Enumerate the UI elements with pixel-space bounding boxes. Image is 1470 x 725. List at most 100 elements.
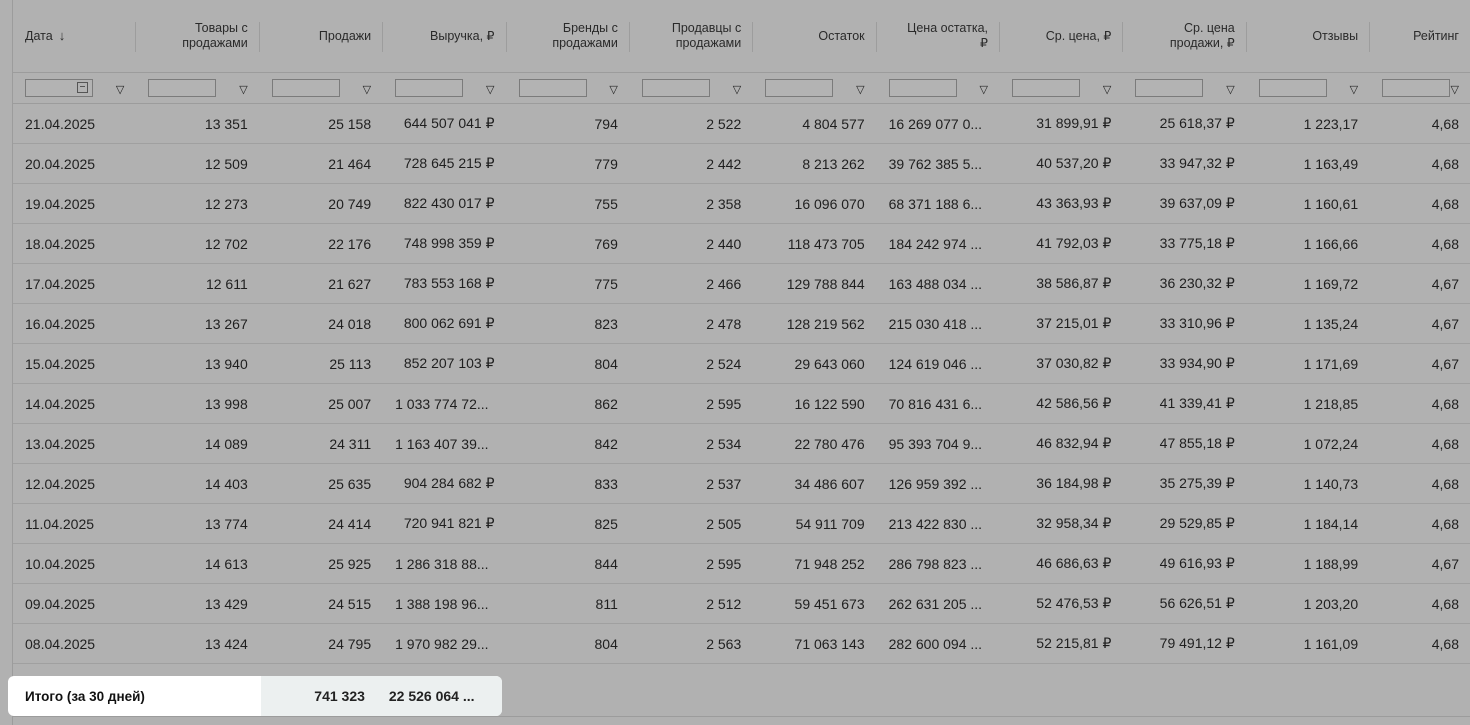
table-row[interactable]: 18.04.2025 12 702 22 176 748 998 359 ₽769 2 … xyxy=(13,223,1470,264)
table-cell: 1 033 774 72... xyxy=(383,383,507,424)
table-cell: 1 188,99 xyxy=(1246,543,1371,584)
column-header-10[interactable]: Отзывы xyxy=(1246,0,1371,73)
table-cell: 794 xyxy=(506,103,630,144)
table-cell: 2 537 xyxy=(629,463,754,504)
filter-funnel-icon[interactable]: ▽ xyxy=(486,83,494,96)
table-cell: 49 616,93 ₽ xyxy=(1123,543,1247,584)
table-cell: 4 804 577 xyxy=(753,103,877,144)
filter-input[interactable] xyxy=(1258,78,1327,97)
column-header-8[interactable]: Ср. цена, ₽ xyxy=(1000,0,1124,73)
table-row[interactable]: 13.04.2025 14 089 24 311 1 163 407 39... 842… xyxy=(13,423,1470,464)
filter-funnel-icon[interactable]: ▽ xyxy=(1226,83,1234,96)
table-row[interactable]: 21.04.2025 13 351 25 158 644 507 041 ₽794 2 … xyxy=(13,103,1470,144)
table-cell xyxy=(507,664,630,681)
table-cell: 16 122 590 xyxy=(753,383,877,424)
filter-input[interactable] xyxy=(148,78,217,97)
table-cell: 2 466 xyxy=(629,263,754,304)
table-cell: 213 422 830 ... xyxy=(876,503,1000,544)
table-cell: 25 618,37 ₽ xyxy=(1123,103,1247,144)
column-header-0[interactable]: Дата ↓ xyxy=(13,0,137,73)
filter-input[interactable] xyxy=(518,78,587,97)
filter-input[interactable] xyxy=(271,78,340,97)
table-cell: 24 515 xyxy=(259,583,384,624)
filter-input[interactable] xyxy=(888,78,957,97)
table-row[interactable]: 19.04.2025 12 273 20 749 822 430 017 ₽755 2 … xyxy=(13,183,1470,224)
column-header-11[interactable]: Рейтинг xyxy=(1370,0,1470,73)
table-cell: 2 440 xyxy=(629,223,754,264)
table-cell: 904 284 682 ₽ xyxy=(383,463,507,504)
filter-funnel-icon[interactable]: ▽ xyxy=(239,83,247,96)
filter-input[interactable] xyxy=(1135,78,1204,97)
filter-funnel-icon[interactable]: ▽ xyxy=(733,83,741,96)
filter-funnel-icon[interactable]: ▽ xyxy=(609,83,617,96)
table-cell: 25 007 xyxy=(259,383,384,424)
table-cell: 20 749 xyxy=(259,183,384,224)
filter-input[interactable] xyxy=(1012,78,1080,97)
filter-input[interactable] xyxy=(395,78,464,97)
table-cell xyxy=(1123,664,1246,681)
filter-input[interactable] xyxy=(1382,78,1451,97)
table-cell: 24 795 xyxy=(259,623,384,664)
filter-input[interactable] xyxy=(765,78,834,97)
column-header-5[interactable]: Продавцы с продажами xyxy=(629,0,754,73)
table-cell: 4,68 xyxy=(1370,623,1470,664)
column-header-2[interactable]: Продажи xyxy=(259,0,384,73)
table-cell: 36 230,32 ₽ xyxy=(1123,263,1247,304)
table-cell xyxy=(630,664,753,681)
table-cell: 09.04.2025 xyxy=(13,583,137,624)
table-cell: 2 505 xyxy=(629,503,754,544)
table-cell: 804 xyxy=(506,343,630,384)
column-header-label: Цена остатка, ₽ xyxy=(907,21,988,50)
column-header-4[interactable]: Бренды с продажами xyxy=(506,0,631,73)
column-header-6[interactable]: Остаток xyxy=(753,0,878,73)
calendar-icon[interactable] xyxy=(77,81,88,93)
table-cell: 33 947,32 ₽ xyxy=(1123,143,1247,184)
filter-cell-8: ▽ xyxy=(1000,72,1124,104)
table-cell: 4,67 xyxy=(1370,543,1470,584)
filter-funnel-icon[interactable]: ▽ xyxy=(856,83,864,96)
table-row[interactable]: 16.04.2025 13 267 24 018 800 062 691 ₽823 2 … xyxy=(13,303,1470,344)
table-cell: 08.04.2025 xyxy=(13,623,137,664)
column-header-9[interactable]: Ср. цена продажи, ₽ xyxy=(1123,0,1248,73)
table-row[interactable]: 15.04.2025 13 940 25 113 852 207 103 ₽804 2 … xyxy=(13,343,1470,384)
table-row[interactable]: 10.04.2025 14 613 25 925 1 286 318 88... 844… xyxy=(13,543,1470,584)
table-cell: 33 775,18 ₽ xyxy=(1123,223,1247,264)
table-cell: 2 512 xyxy=(629,583,754,624)
table-row[interactable]: 17.04.2025 12 611 21 627 783 553 168 ₽775 2 … xyxy=(13,263,1470,304)
table-cell: 2 522 xyxy=(629,103,754,144)
filter-funnel-icon[interactable]: ▽ xyxy=(116,83,124,96)
table-cell: 126 959 392 ... xyxy=(876,463,1000,504)
table-cell: 52 476,53 ₽ xyxy=(1000,583,1124,624)
table-cell: 70 816 431 6... xyxy=(876,383,1000,424)
filter-cell-7: ▽ xyxy=(876,72,1000,104)
table-cell: 52 215,81 ₽ xyxy=(1000,623,1124,664)
table-row[interactable]: 20.04.2025 12 509 21 464 728 645 215 ₽779 2 … xyxy=(13,143,1470,184)
date-filter-input[interactable] xyxy=(25,78,93,97)
table-row[interactable]: 14.04.2025 13 998 25 007 1 033 774 72... 862… xyxy=(13,383,1470,424)
column-header-label: Ср. цена продажи, ₽ xyxy=(1169,21,1235,50)
column-header-7[interactable]: Цена остатка, ₽ xyxy=(876,0,1001,73)
table-cell: 720 941 821 ₽ xyxy=(383,503,507,544)
table-cell: 21 627 xyxy=(259,263,384,304)
table-row[interactable]: 08.04.2025 13 424 24 795 1 970 982 29... 804… xyxy=(13,623,1470,664)
table-cell: 79 491,12 ₽ xyxy=(1123,623,1247,664)
filter-funnel-icon[interactable]: ▽ xyxy=(1350,83,1358,96)
filter-funnel-icon[interactable]: ▽ xyxy=(1103,83,1111,96)
table-cell: 644 507 041 ₽ xyxy=(383,103,507,144)
table-cell: 800 062 691 ₽ xyxy=(383,303,507,344)
table-row[interactable]: 11.04.2025 13 774 24 414 720 941 821 ₽825 2 … xyxy=(13,503,1470,544)
filter-funnel-icon[interactable]: ▽ xyxy=(363,83,371,96)
table-row[interactable]: 12.04.2025 14 403 25 635 904 284 682 ₽833 2 … xyxy=(13,463,1470,504)
filter-funnel-icon[interactable]: ▽ xyxy=(1451,83,1459,96)
table-cell: 1 203,20 xyxy=(1246,583,1371,624)
filter-input[interactable] xyxy=(641,78,710,97)
column-header-1[interactable]: Товары с продажами xyxy=(136,0,261,73)
table-cell: 54 911 709 xyxy=(753,503,877,544)
filter-funnel-icon[interactable]: ▽ xyxy=(980,83,988,96)
table-cell: 825 xyxy=(506,503,630,544)
table-row[interactable]: 09.04.2025 13 429 24 515 1 388 198 96... 811… xyxy=(13,583,1470,624)
table-cell: 13 351 xyxy=(136,103,260,144)
table-cell: 21.04.2025 xyxy=(13,103,137,144)
sort-descending-icon[interactable]: ↓ xyxy=(59,28,66,43)
column-header-3[interactable]: Выручка, ₽ xyxy=(383,0,507,73)
